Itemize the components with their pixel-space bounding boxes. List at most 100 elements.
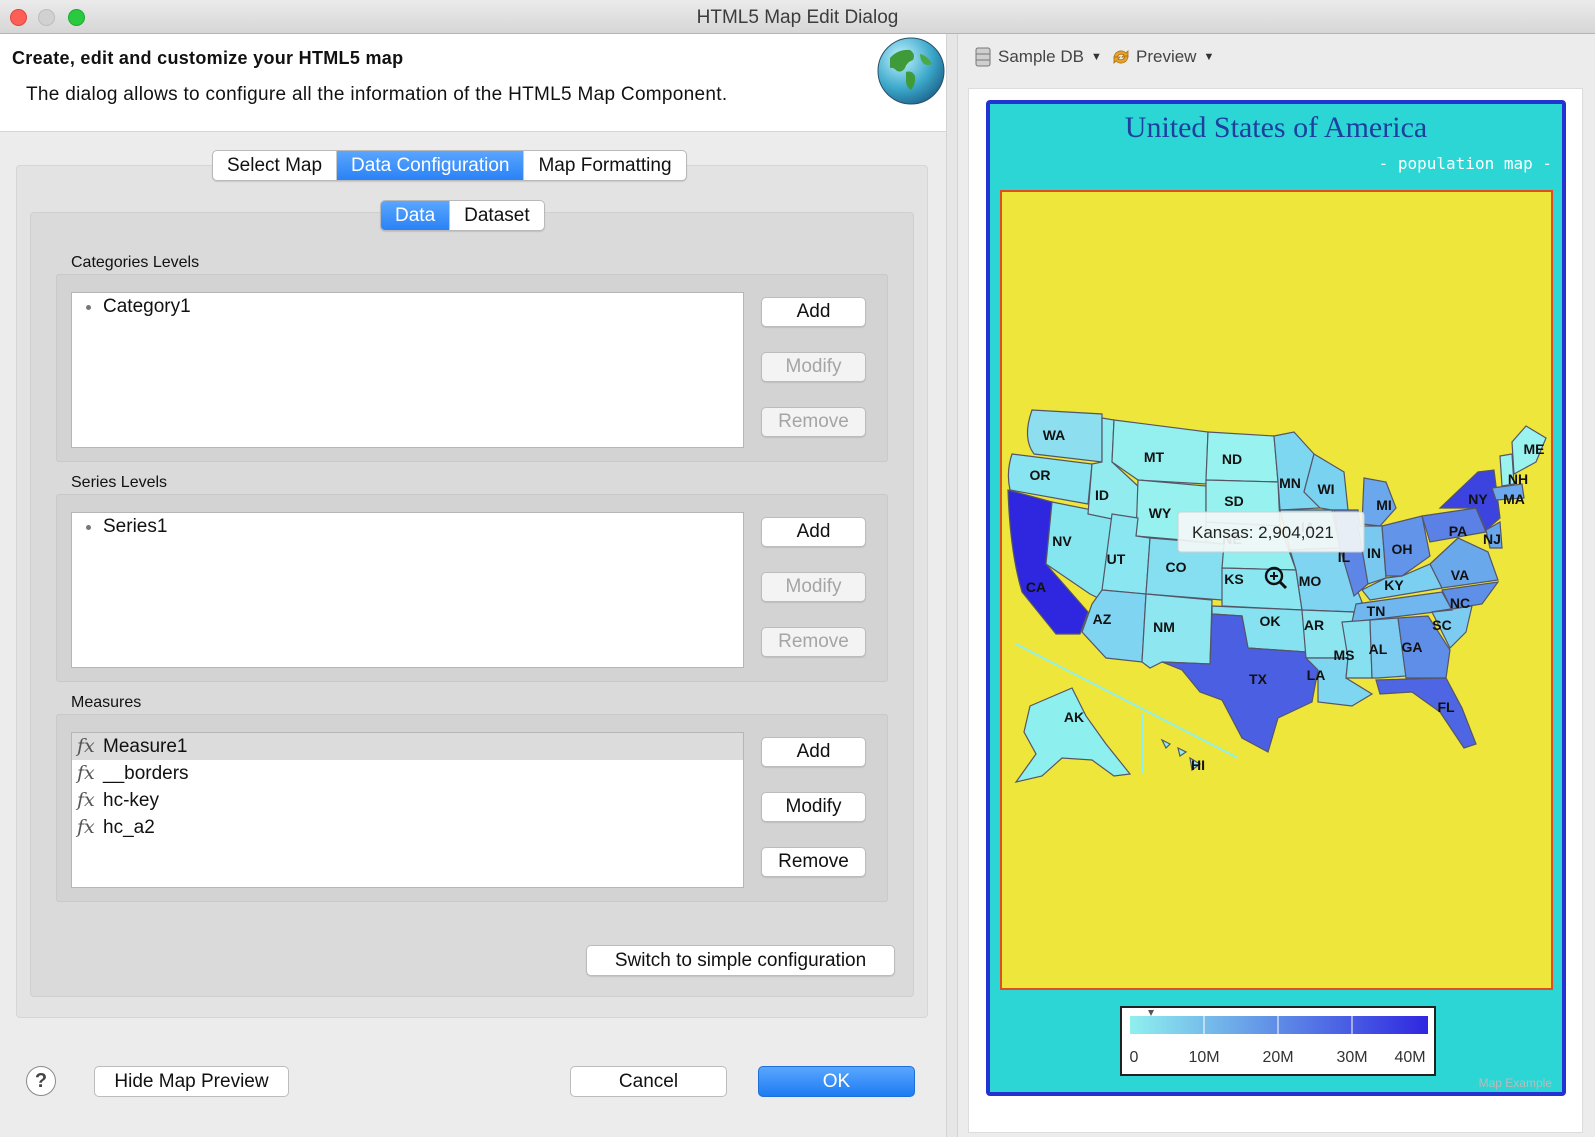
legend-tick: 40M [1394, 1049, 1425, 1066]
preview-canvas: United States of America - population ma… [968, 88, 1583, 1133]
state-label: MS [1334, 647, 1355, 663]
usa-map[interactable]: WA OR CA NV ID MT WY UT AZ CO NM ND SD N… [1002, 192, 1553, 990]
state-label: TX [1249, 671, 1268, 687]
function-icon: fx [77, 789, 95, 811]
state-label: UT [1107, 551, 1126, 567]
state-label: FL [1437, 699, 1455, 715]
list-item[interactable]: Series1 [72, 513, 743, 540]
state-label: CA [1026, 579, 1046, 595]
state-label: MN [1279, 475, 1301, 491]
categories-remove-button[interactable]: Remove [761, 407, 866, 437]
state-ak[interactable] [1014, 687, 1132, 783]
function-icon: fx [77, 735, 95, 757]
state-label: NY [1468, 491, 1488, 507]
state-label: SD [1224, 493, 1243, 509]
ok-button[interactable]: OK [758, 1066, 915, 1097]
series-add-button[interactable]: Add [761, 517, 866, 547]
tab-data-configuration[interactable]: Data Configuration [337, 151, 525, 180]
state-label: ME [1524, 441, 1545, 457]
measures-label: Measures [71, 694, 142, 711]
list-item[interactable]: fx hc-key [72, 787, 743, 814]
list-item[interactable]: fx hc_a2 [72, 814, 743, 841]
map-title: United States of America [1124, 111, 1428, 144]
state-label: AZ [1093, 611, 1112, 627]
state-label: CO [1166, 559, 1187, 575]
state-label: MO [1299, 573, 1322, 589]
state-label: KS [1224, 571, 1243, 587]
map-preview-pane: Sample DB ▼ Preview ▼ United States of Ame… [958, 34, 1595, 1137]
state-label: WI [1317, 481, 1334, 497]
state-label: NC [1450, 595, 1470, 611]
state-label: ND [1222, 451, 1242, 467]
bullet-icon [86, 305, 91, 310]
state-fl[interactable] [1375, 677, 1477, 749]
state-label: GA [1402, 639, 1423, 655]
measures-list[interactable]: fx Measure1 fx __borders fx hc-key fx hc_a2 [71, 732, 744, 888]
function-icon: fx [77, 816, 95, 838]
state-label: AR [1304, 617, 1324, 633]
categories-list[interactable]: Category1 [71, 292, 744, 448]
list-item[interactable]: fx Measure1 [72, 733, 743, 760]
measures-remove-button[interactable]: Remove [761, 847, 866, 877]
state-label: MI [1376, 497, 1392, 513]
measures-group: fx Measure1 fx __borders fx hc-key fx hc_a2 … [56, 714, 888, 902]
state-label: NJ [1483, 531, 1501, 547]
tab-dataset[interactable]: Dataset [450, 201, 543, 230]
measures-add-button[interactable]: Add [761, 737, 866, 767]
categories-add-button[interactable]: Add [761, 297, 866, 327]
series-modify-button[interactable]: Modify [761, 572, 866, 602]
tab-map-formatting[interactable]: Map Formatting [524, 151, 685, 180]
series-label: Series Levels [71, 474, 168, 491]
tab-select-map[interactable]: Select Map [213, 151, 338, 180]
state-label: MT [1144, 449, 1165, 465]
chevron-down-icon: ▼ [1090, 51, 1102, 63]
globe-icon [877, 37, 945, 105]
chevron-down-icon: ▼ [1203, 51, 1215, 63]
configuration-pane: Select Map Data Configuration Map Format… [0, 133, 946, 1137]
color-legend: 0 10M 20M 30M 40M [1120, 1006, 1436, 1076]
legend-gradient [1130, 1016, 1428, 1034]
state-az[interactable] [1081, 589, 1147, 663]
database-icon [975, 47, 991, 67]
dialog-header: Create, edit and customize your HTML5 ma… [0, 34, 946, 132]
function-icon: fx [77, 762, 95, 784]
state-label: PA [1449, 523, 1467, 539]
state-label: AK [1064, 709, 1084, 725]
sample-db-dropdown[interactable]: Sample DB ▼ [974, 46, 1102, 68]
series-remove-button[interactable]: Remove [761, 627, 866, 657]
window-title: HTML5 Map Edit Dialog [696, 7, 899, 28]
title-bar: HTML5 Map Edit Dialog [0, 0, 1595, 34]
state-label: OR [1030, 467, 1051, 483]
list-item[interactable]: fx __borders [72, 760, 743, 787]
map-tooltip: Kansas: 2,904,021 [1177, 511, 1365, 553]
state-label: IN [1367, 545, 1381, 561]
refresh-icon [1113, 50, 1129, 64]
hide-map-preview-button[interactable]: Hide Map Preview [94, 1066, 289, 1097]
state-label: KY [1384, 577, 1404, 593]
series-list[interactable]: Series1 [71, 512, 744, 668]
splitter[interactable] [946, 34, 958, 1137]
header-title: Create, edit and customize your HTML5 ma… [12, 48, 404, 68]
state-label: NV [1052, 533, 1072, 549]
preview-dropdown[interactable]: Preview ▼ [1110, 46, 1214, 68]
legend-tick: 30M [1336, 1049, 1367, 1066]
legend-marker [1148, 1010, 1154, 1016]
switch-simple-config-button[interactable]: Switch to simple configuration [586, 945, 895, 976]
header-description: The dialog allows to configure all the i… [26, 84, 728, 105]
categories-modify-button[interactable]: Modify [761, 352, 866, 382]
state-label: NM [1153, 619, 1175, 635]
tooltip-text: Kansas: 2,904,021 [1192, 523, 1334, 542]
categories-group: Category1 Add Modify Remove [56, 274, 888, 462]
tab-data[interactable]: Data [381, 201, 451, 230]
map-plot-area[interactable]: WA OR CA NV ID MT WY UT AZ CO NM ND SD N… [1000, 190, 1553, 990]
state-label: LA [1307, 667, 1326, 683]
bullet-icon [86, 525, 91, 530]
cancel-button[interactable]: Cancel [570, 1066, 727, 1097]
legend-tick: 20M [1262, 1049, 1293, 1066]
main-tabs: Select Map Data Configuration Map Format… [212, 150, 687, 181]
measures-modify-button[interactable]: Modify [761, 792, 866, 822]
legend-tick: 0 [1130, 1049, 1139, 1066]
list-item[interactable]: Category1 [72, 293, 743, 320]
state-label: WA [1043, 427, 1066, 443]
help-icon[interactable]: ? [26, 1066, 56, 1096]
